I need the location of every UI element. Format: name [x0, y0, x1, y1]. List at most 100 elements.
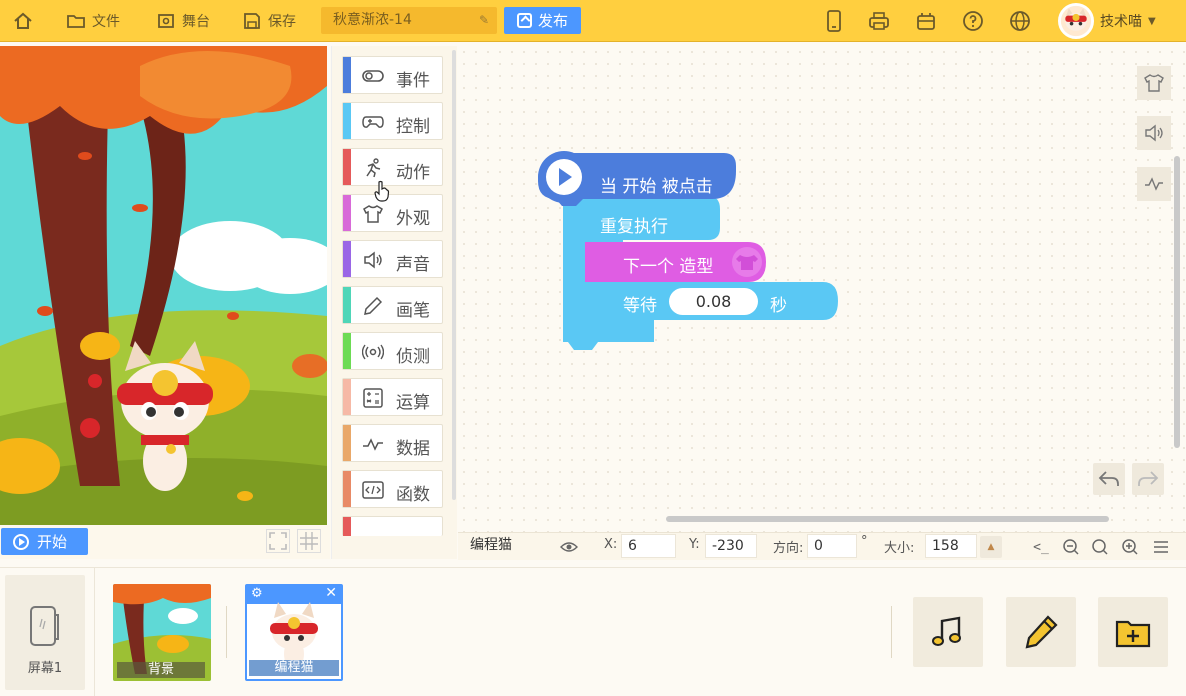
divider: [226, 606, 227, 658]
gear-icon[interactable]: ⚙: [251, 586, 263, 601]
stage-canvas[interactable]: [0, 46, 327, 525]
help-icon: [963, 11, 983, 31]
stage-icon: [158, 14, 174, 28]
x-input[interactable]: 6: [621, 534, 676, 558]
robot-icon: [917, 13, 935, 30]
direction-input[interactable]: 0: [807, 534, 857, 558]
wait-seconds-input[interactable]: 0.08: [669, 288, 758, 315]
screen-label: 屏幕1: [27, 661, 63, 676]
upload-asset-button[interactable]: [1098, 597, 1168, 667]
grid-icon: [300, 532, 318, 550]
sound-panel-button[interactable]: [1137, 116, 1171, 150]
zoom-in-button[interactable]: [1119, 536, 1141, 558]
user-menu[interactable]: 技术喵 ▼: [1058, 2, 1156, 40]
category-pen[interactable]: 画笔: [342, 286, 443, 324]
stage-controls: 开始: [0, 525, 330, 559]
sprite-thumbnail[interactable]: ⚙ ✕ 编程猫: [245, 584, 343, 681]
category-sound[interactable]: 声音: [342, 240, 443, 278]
toolbox-button[interactable]: [914, 9, 938, 33]
grid-toggle-button[interactable]: [297, 529, 321, 553]
repeat-label: 重复执行: [600, 217, 668, 237]
start-label: 开始: [37, 533, 68, 551]
workspace-vertical-scrollbar[interactable]: [1174, 156, 1180, 448]
size-input[interactable]: 158: [925, 534, 977, 558]
music-note-icon: [932, 616, 961, 646]
home-button[interactable]: [13, 8, 33, 34]
save-button[interactable]: 保存: [242, 8, 296, 34]
publish-button[interactable]: 发布: [504, 7, 581, 34]
pencil-icon: [361, 295, 385, 317]
category-color-bar: [343, 379, 351, 415]
variable-panel-button[interactable]: [1137, 167, 1171, 201]
category-color-bar: [343, 195, 351, 231]
close-icon[interactable]: ✕: [325, 586, 337, 601]
folder-icon: [67, 15, 85, 28]
undo-icon: [1098, 471, 1119, 486]
redo-icon: [1138, 471, 1159, 486]
language-button[interactable]: [1008, 9, 1032, 33]
category-sensing[interactable]: 侦测: [342, 332, 443, 370]
x-label: X:: [604, 537, 618, 552]
undo-button[interactable]: [1093, 463, 1125, 495]
running-icon: [361, 157, 385, 179]
edit-icon: ✎: [478, 13, 489, 27]
zoom-out-button[interactable]: [1060, 536, 1082, 558]
when-start-label: 当 开始 被点击: [600, 177, 713, 197]
category-operators[interactable]: 运算: [342, 378, 443, 416]
phone-icon: [827, 10, 841, 32]
category-data[interactable]: 数据: [342, 424, 443, 462]
console-button[interactable]: <_: [1030, 536, 1052, 558]
category-motion[interactable]: 动作: [342, 148, 443, 186]
code-workspace[interactable]: 当 开始 被点击 重复执行 下一个 造型 等待 0.08 秒: [458, 46, 1186, 532]
y-input[interactable]: -230: [705, 534, 757, 558]
screen-tile[interactable]: 屏幕1: [5, 575, 85, 690]
cat-avatar-icon: [1060, 5, 1092, 37]
paint-sprite-button[interactable]: [1006, 597, 1076, 667]
add-sound-button[interactable]: [913, 597, 983, 667]
y-label: Y:: [689, 537, 700, 552]
divider: [891, 606, 892, 658]
category-label: 动作: [396, 163, 430, 183]
category-color-bar: [343, 425, 351, 461]
project-name-field[interactable]: 秋意渐浓-14 ✎: [321, 7, 497, 34]
hamburger-icon: [1154, 541, 1168, 553]
sprite-properties-bar: 编程猫 X: 6 Y: -230 方向: 0 ° 大小: 158 ▲ <_: [458, 532, 1186, 560]
category-events[interactable]: 事件: [342, 56, 443, 94]
hand-cursor-icon: [374, 180, 390, 202]
background-thumbnail[interactable]: 背景: [113, 584, 211, 681]
category-more[interactable]: [342, 516, 443, 536]
workspace-horizontal-scrollbar[interactable]: [666, 516, 1109, 522]
visibility-toggle[interactable]: [558, 536, 580, 558]
stage-menu-button[interactable]: 舞台: [156, 8, 210, 34]
start-button[interactable]: 开始: [1, 528, 88, 555]
direction-label: 方向:: [773, 541, 804, 556]
print-button[interactable]: [867, 9, 891, 33]
fullscreen-button[interactable]: [266, 529, 290, 553]
radar-icon: [361, 341, 385, 363]
divider: [94, 568, 95, 696]
pencil-icon: [1025, 615, 1058, 649]
toggle-icon: [361, 65, 385, 87]
category-color-bar: [343, 471, 351, 507]
background-label: 背景: [117, 662, 205, 678]
shirt-icon: [1144, 74, 1164, 92]
caret-up-icon: ▲: [987, 542, 995, 552]
mobile-preview-button[interactable]: [822, 9, 846, 33]
category-color-bar: [343, 287, 351, 323]
username: 技术喵: [1100, 14, 1142, 30]
category-scrollbar[interactable]: [452, 50, 456, 500]
costume-panel-button[interactable]: [1137, 66, 1171, 100]
size-stepper-button[interactable]: ▲: [980, 536, 1002, 558]
phone-icon: [30, 606, 59, 646]
category-looks[interactable]: 外观: [342, 194, 443, 232]
category-color-bar: [343, 517, 351, 536]
category-control[interactable]: 控制: [342, 102, 443, 140]
category-label: 函数: [396, 485, 430, 505]
redo-button[interactable]: [1132, 463, 1164, 495]
search-icon: [1092, 539, 1108, 555]
menu-button[interactable]: [1150, 536, 1172, 558]
file-menu-button[interactable]: 文件: [66, 8, 120, 34]
help-button[interactable]: [961, 9, 985, 33]
category-functions[interactable]: 函数: [342, 470, 443, 508]
zoom-reset-button[interactable]: [1089, 536, 1111, 558]
